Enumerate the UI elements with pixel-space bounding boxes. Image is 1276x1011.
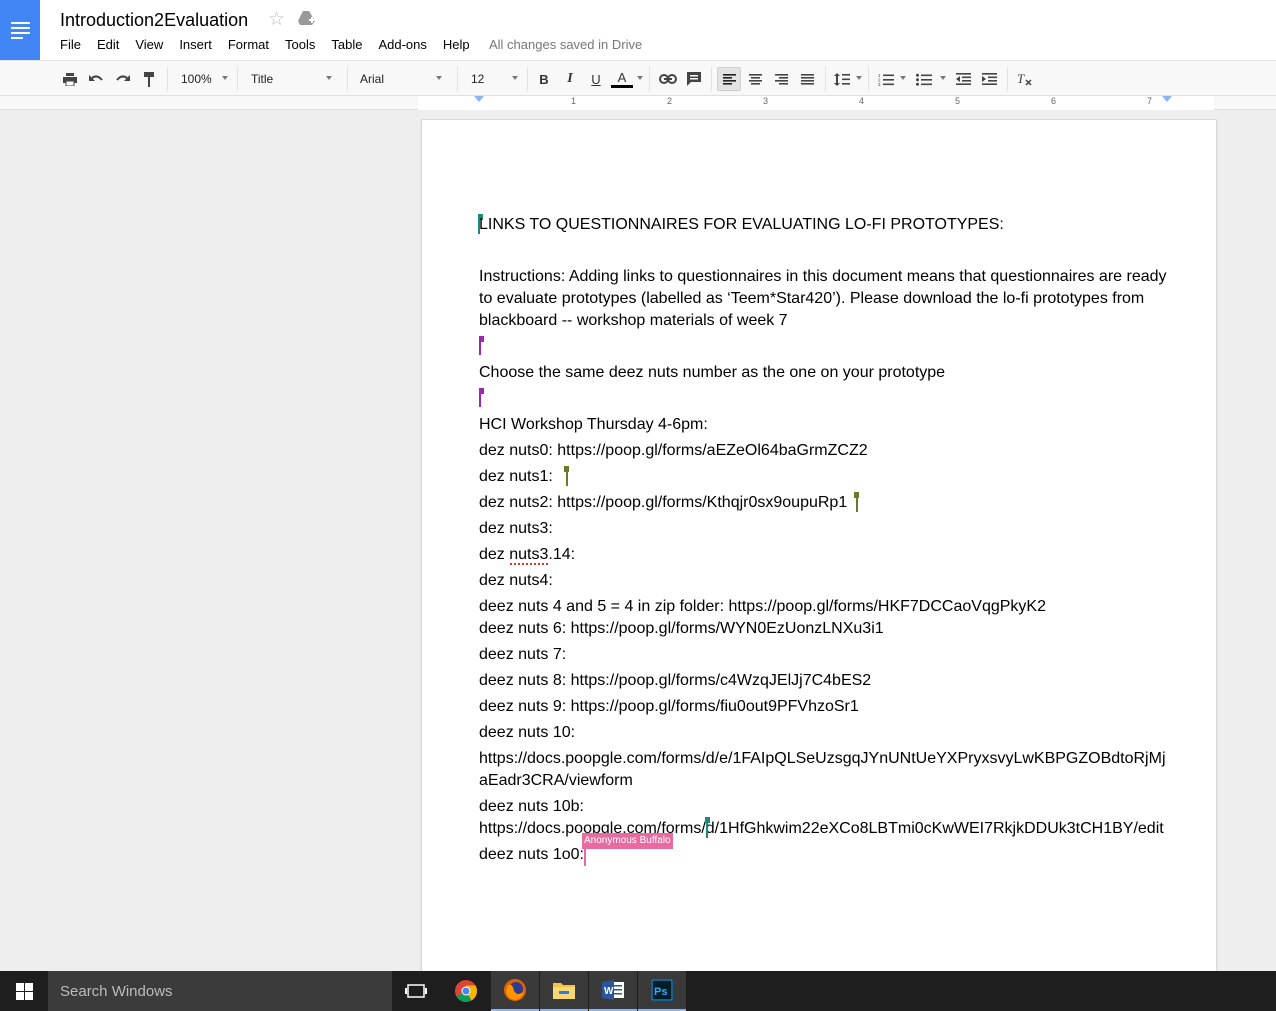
list-item: https://docs.poopgle.com/forms/d/e/1FAIp… bbox=[479, 750, 1166, 767]
increase-indent-icon[interactable] bbox=[979, 67, 999, 91]
list-item: deez nuts 9: https://poop.gl/forms/fiu0o… bbox=[479, 698, 859, 715]
photoshop-icon[interactable]: Ps bbox=[638, 971, 686, 1011]
align-left-icon[interactable] bbox=[717, 67, 741, 91]
choose-instruction: Choose the same deez nuts number as the … bbox=[479, 364, 946, 381]
collaborator-flag bbox=[564, 466, 569, 472]
ruler-number: 4 bbox=[859, 96, 865, 106]
insert-link-icon[interactable] bbox=[657, 67, 679, 91]
ruler-number: 5 bbox=[955, 96, 961, 106]
underline-icon[interactable]: U bbox=[586, 67, 606, 91]
ruler-number: 7 bbox=[1147, 96, 1153, 106]
windows-start-icon[interactable] bbox=[0, 971, 48, 1011]
ruler[interactable]: 1 2 3 4 5 6 7 bbox=[0, 96, 1276, 110]
align-right-icon[interactable] bbox=[771, 67, 791, 91]
task-view-icon[interactable] bbox=[392, 971, 440, 1011]
docs-home-icon[interactable] bbox=[0, 0, 40, 60]
toolbar: 100% Title Arial 12 B I U A 123 T bbox=[0, 60, 1276, 96]
ruler-number: 1 bbox=[571, 96, 577, 106]
ruler-number: 6 bbox=[1051, 96, 1057, 106]
font-size-select[interactable]: 12 bbox=[471, 67, 484, 91]
menu-bar: File Edit View Insert Format Tools Table… bbox=[60, 37, 486, 52]
menu-edit[interactable]: Edit bbox=[97, 37, 119, 52]
ruler-number: 3 bbox=[763, 96, 769, 106]
word-icon[interactable]: W bbox=[589, 971, 637, 1011]
left-indent-marker[interactable] bbox=[474, 96, 484, 102]
list-item: dez nuts2: https://poop.gl/forms/Kthqjr0… bbox=[479, 494, 848, 511]
svg-text:T: T bbox=[1017, 72, 1025, 86]
list-item: deez nuts 6: https://poop.gl/forms/WYN0E… bbox=[479, 620, 884, 637]
menu-table[interactable]: Table bbox=[331, 37, 362, 52]
list-item: dez nuts4: bbox=[479, 572, 553, 589]
list-item: dez nuts1: bbox=[479, 468, 553, 485]
chrome-icon[interactable] bbox=[442, 971, 490, 1011]
menu-view[interactable]: View bbox=[135, 37, 163, 52]
ruler-scale bbox=[418, 96, 1214, 110]
undo-icon[interactable] bbox=[86, 67, 106, 91]
collaborator-name-label: Anonymous Buffalo bbox=[582, 833, 673, 849]
menu-addons[interactable]: Add-ons bbox=[378, 37, 426, 52]
collaborator-flag bbox=[479, 336, 484, 342]
workshop-heading: HCI Workshop Thursday 4-6pm: bbox=[479, 416, 708, 433]
collaborator-flag bbox=[705, 817, 710, 823]
list-item: deez nuts 10: bbox=[479, 724, 576, 741]
menu-tools[interactable]: Tools bbox=[285, 37, 315, 52]
app-header: Introduction2Evaluation ☆ File Edit View… bbox=[0, 0, 1276, 60]
collaborator-cursor bbox=[584, 848, 586, 866]
numbered-list-icon[interactable]: 123 bbox=[876, 67, 896, 91]
collaborator-flag bbox=[479, 388, 484, 394]
list-item: dez nuts3: bbox=[479, 520, 553, 537]
list-item: deez nuts 10b: bbox=[479, 798, 584, 815]
windows-taskbar: Search Windows W Ps bbox=[0, 971, 1276, 1011]
ruler-number: 2 bbox=[667, 96, 673, 106]
font-select[interactable]: Arial bbox=[360, 67, 384, 91]
style-select[interactable]: Title bbox=[251, 67, 273, 91]
paint-format-icon[interactable] bbox=[139, 67, 159, 91]
list-item: dez nuts0: https://poop.gl/forms/aEZeOl6… bbox=[479, 442, 868, 459]
decrease-indent-icon[interactable] bbox=[953, 67, 973, 91]
collaborator-flag bbox=[854, 492, 859, 498]
italic-icon[interactable]: I bbox=[560, 67, 580, 91]
move-to-folder-icon[interactable] bbox=[298, 10, 316, 26]
spellcheck-underline[interactable] bbox=[510, 562, 548, 565]
menu-insert[interactable]: Insert bbox=[179, 37, 212, 52]
star-icon[interactable]: ☆ bbox=[268, 8, 285, 31]
svg-text:3: 3 bbox=[878, 82, 881, 86]
svg-text:W: W bbox=[604, 986, 614, 997]
document-title[interactable]: Introduction2Evaluation bbox=[60, 10, 248, 31]
clear-formatting-icon[interactable]: T bbox=[1015, 67, 1035, 91]
instructions-paragraph: Instructions: Adding links to questionna… bbox=[479, 268, 1167, 329]
redo-icon[interactable] bbox=[112, 67, 132, 91]
menu-format[interactable]: Format bbox=[228, 37, 269, 52]
bold-icon[interactable]: B bbox=[534, 67, 554, 91]
firefox-icon[interactable] bbox=[491, 971, 539, 1011]
list-item: deez nuts 8: https://poop.gl/forms/c4Wzq… bbox=[479, 672, 872, 689]
svg-text:Ps: Ps bbox=[654, 986, 667, 998]
zoom-select[interactable]: 100% bbox=[181, 67, 212, 91]
document-page[interactable]: LINKS TO QUESTIONNAIRES FOR EVALUATING L… bbox=[422, 120, 1216, 980]
print-icon[interactable] bbox=[60, 67, 80, 91]
right-indent-marker[interactable] bbox=[1162, 96, 1172, 102]
menu-help[interactable]: Help bbox=[443, 37, 470, 52]
save-status[interactable]: All changes saved in Drive bbox=[489, 37, 642, 52]
bulleted-list-icon[interactable] bbox=[914, 67, 934, 91]
list-item: deez nuts 4 and 5 = 4 in zip folder: htt… bbox=[479, 598, 1046, 615]
justify-icon[interactable] bbox=[797, 67, 817, 91]
insert-comment-icon[interactable] bbox=[684, 67, 704, 91]
document-heading: LINKS TO QUESTIONNAIRES FOR EVALUATING L… bbox=[479, 216, 1004, 233]
file-explorer-icon[interactable] bbox=[540, 971, 588, 1011]
list-item: deez nuts 7: bbox=[479, 646, 567, 663]
align-center-icon[interactable] bbox=[745, 67, 765, 91]
text-color-icon[interactable]: A bbox=[610, 67, 634, 91]
line-spacing-icon[interactable] bbox=[832, 67, 852, 91]
list-item: aEadr3CRA/viewform bbox=[479, 772, 633, 789]
taskbar-search-input[interactable]: Search Windows bbox=[48, 971, 392, 1011]
list-item: deez nuts 1o0: bbox=[479, 846, 584, 863]
menu-file[interactable]: File bbox=[60, 37, 81, 52]
